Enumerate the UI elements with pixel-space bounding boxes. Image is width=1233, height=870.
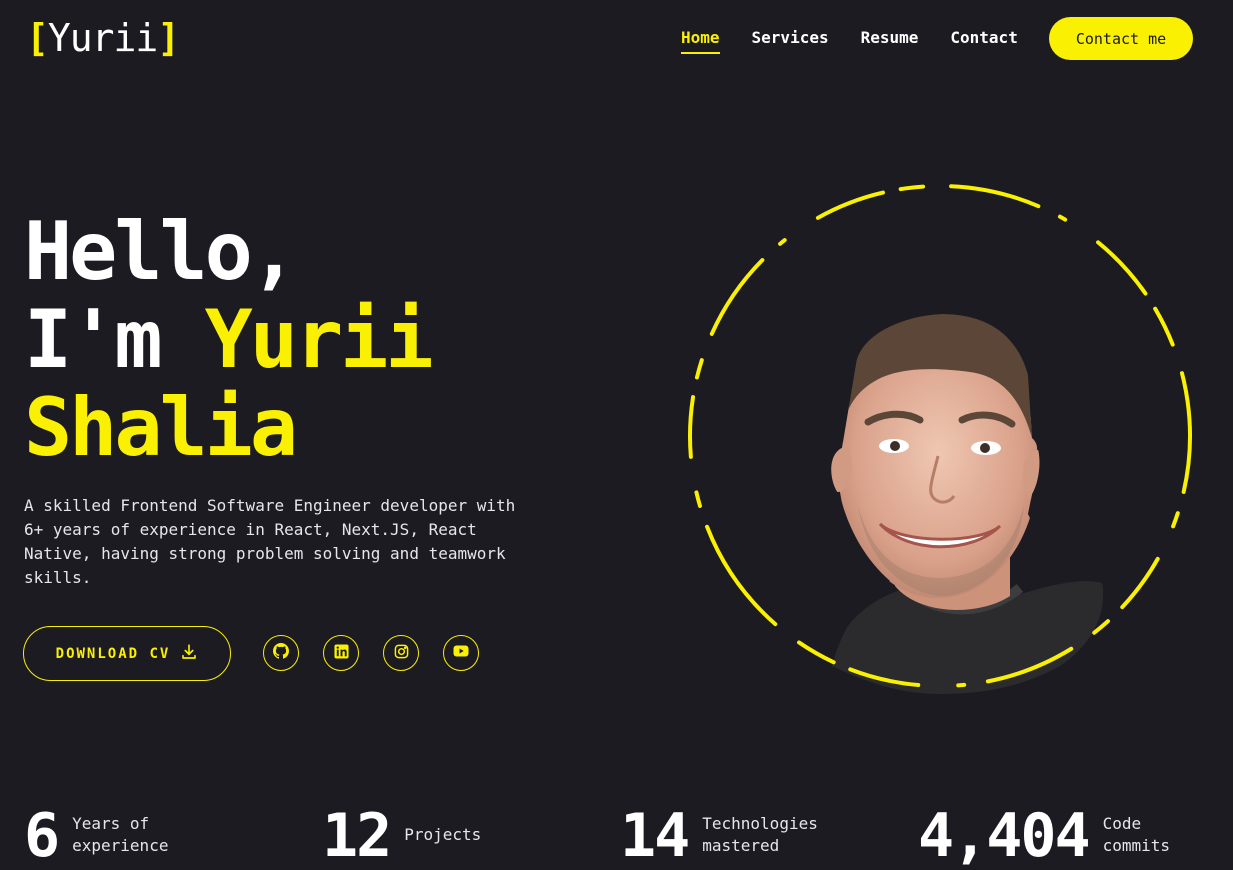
stat-label-line-2: experience bbox=[72, 836, 169, 855]
stat-technologies: 14 Technologies mastered bbox=[620, 796, 818, 870]
hero-im: I'm bbox=[24, 293, 205, 386]
social-links bbox=[263, 635, 479, 671]
contact-me-button[interactable]: Contact me bbox=[1049, 17, 1193, 60]
stat-label-line-2: commits bbox=[1102, 836, 1171, 855]
linkedin-icon bbox=[333, 643, 349, 663]
logo[interactable]: [ Yurii ] bbox=[26, 14, 180, 62]
hero-line-name: I'm Yurii bbox=[24, 293, 434, 386]
logo-bracket-open: [ bbox=[26, 16, 49, 60]
stat-label-line-1: Projects bbox=[404, 825, 482, 844]
hero-title: Hello, I'm Yurii Shalia bbox=[24, 205, 434, 474]
profile-photo bbox=[688, 184, 1192, 694]
hero-first-name: Yurii bbox=[204, 293, 434, 386]
linkedin-link[interactable] bbox=[323, 635, 359, 671]
main-nav: Home Services Resume Contact bbox=[681, 26, 1050, 54]
stats-bar: 6 Years of experience 12 Projects 14 Tec… bbox=[0, 796, 1233, 870]
stat-label-line-1: Code bbox=[1102, 814, 1142, 833]
portrait bbox=[831, 314, 1104, 694]
hero-description: A skilled Frontend Software Engineer dev… bbox=[24, 496, 516, 587]
download-cv-label: DOWNLOAD CV bbox=[55, 645, 171, 662]
stat-label: Technologies mastered bbox=[702, 813, 818, 857]
youtube-link[interactable] bbox=[443, 635, 479, 671]
nav-home[interactable]: Home bbox=[681, 26, 720, 54]
logo-bracket-close: ] bbox=[157, 16, 180, 60]
stat-label: Code commits bbox=[1103, 813, 1170, 857]
github-link[interactable] bbox=[263, 635, 299, 671]
stat-number: 14 bbox=[620, 801, 690, 870]
hero-last-name: Shalia bbox=[24, 381, 298, 474]
youtube-icon bbox=[453, 643, 469, 663]
profile-photo-area bbox=[680, 176, 1200, 696]
instagram-link[interactable] bbox=[383, 635, 419, 671]
logo-name: Yurii bbox=[47, 16, 158, 60]
instagram-icon bbox=[394, 644, 409, 663]
stat-label-line-1: Technologies bbox=[702, 814, 818, 833]
stat-number: 6 bbox=[24, 801, 60, 870]
stat-number: 12 bbox=[322, 801, 392, 870]
stat-projects: 12 Projects bbox=[322, 796, 481, 870]
hero-line-hello: Hello, bbox=[24, 205, 298, 298]
stat-number: 4,404 bbox=[918, 801, 1091, 870]
github-icon bbox=[273, 643, 290, 663]
stat-commits: 4,404 Code commits bbox=[918, 796, 1170, 870]
nav-resume[interactable]: Resume bbox=[861, 26, 919, 50]
stat-experience: 6 Years of experience bbox=[24, 796, 168, 870]
stat-label: Projects bbox=[404, 824, 481, 846]
download-icon bbox=[180, 643, 198, 665]
stat-label-line-2: mastered bbox=[702, 836, 780, 855]
nav-services[interactable]: Services bbox=[752, 26, 829, 50]
download-cv-button[interactable]: DOWNLOAD CV bbox=[23, 626, 231, 681]
stat-label: Years of experience bbox=[72, 813, 168, 857]
nav-contact[interactable]: Contact bbox=[950, 26, 1017, 50]
site-header: [ Yurii ] Home Services Resume Contact C… bbox=[0, 0, 1233, 80]
stat-label-line-1: Years of bbox=[72, 814, 150, 833]
